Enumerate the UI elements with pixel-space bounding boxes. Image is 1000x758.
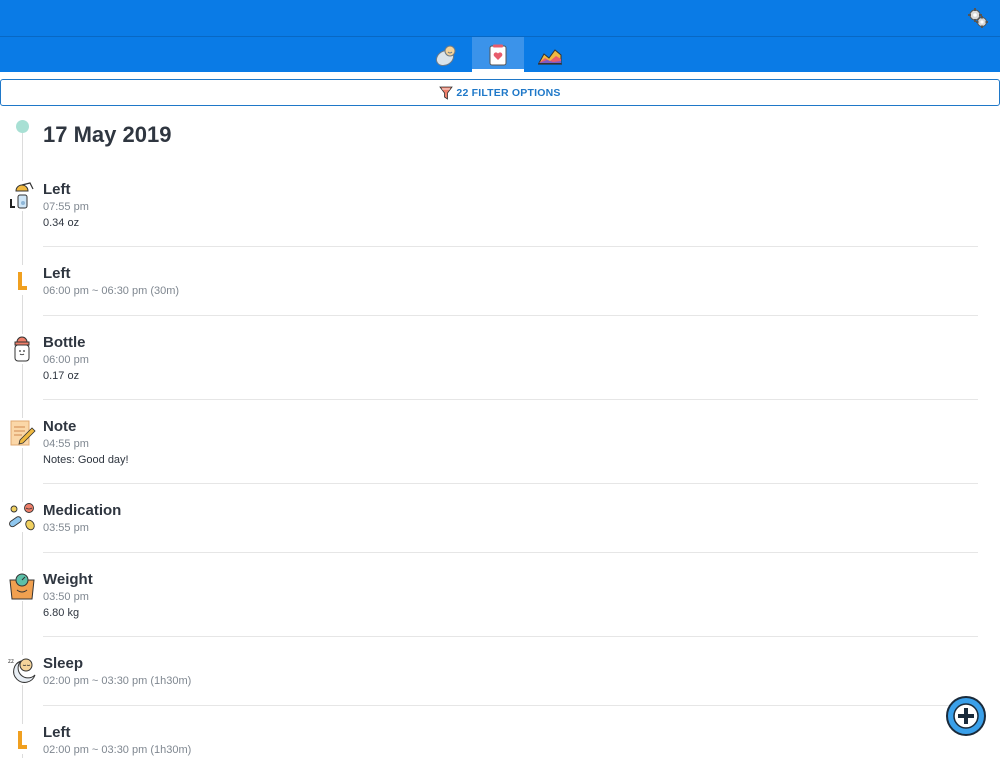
bottle-icon [7, 334, 37, 364]
add-entry-button[interactable] [945, 695, 986, 736]
heart-journal-icon [489, 44, 507, 65]
filter-funnel-icon [439, 86, 454, 100]
entry-title: Left [43, 181, 71, 198]
entry-time: 03:50 pm [43, 591, 89, 603]
gears-icon [968, 8, 988, 28]
entry-separator [43, 246, 978, 247]
entry-time: 06:00 pm ~ 06:30 pm (30m) [43, 285, 180, 297]
entry-title: Left [43, 265, 71, 282]
entry-separator [43, 636, 978, 637]
plus-icon [946, 696, 986, 736]
entry-time: 07:55 pm [43, 201, 89, 213]
entry-time: 03:55 pm [43, 522, 89, 534]
sleep-moon-icon: zz [7, 655, 37, 685]
entry-time: 04:55 pm [43, 438, 89, 450]
entry-time: 06:00 pm [43, 354, 89, 366]
entry-detail: Notes: Good day! [43, 454, 129, 466]
breast-pump-icon [7, 181, 37, 211]
entry-detail: 0.34 oz [43, 217, 80, 229]
entry-time: 02:00 pm ~ 03:30 pm (1h30m) [43, 675, 192, 687]
note-pencil-icon [7, 418, 37, 448]
filter-options-button[interactable]: 22 FILTER OPTIONS [0, 79, 1000, 106]
entry-separator [43, 705, 978, 706]
top-bar [0, 0, 1000, 72]
weight-scale-icon [7, 571, 37, 601]
entry-separator [43, 399, 978, 400]
entry-title: Left [43, 724, 71, 741]
timeline-date-dot [16, 120, 29, 133]
entry-title: Note [43, 418, 77, 435]
svg-text:zz: zz [8, 659, 14, 665]
entry-title: Sleep [43, 655, 84, 672]
entry-title: Bottle [43, 334, 86, 351]
entry-detail: 6.80 kg [43, 607, 80, 619]
tab-log[interactable] [472, 37, 524, 72]
tab-bar [420, 37, 576, 72]
tab-chart[interactable] [524, 37, 576, 72]
tab-baby[interactable] [420, 37, 472, 72]
entry-time: 02:00 pm ~ 03:30 pm (1h30m) [43, 744, 192, 756]
entry-title: Medication [43, 502, 122, 519]
entry-separator [43, 483, 978, 484]
date-heading: 17 May 2019 [43, 122, 172, 147]
entry-separator [43, 315, 978, 316]
area-chart-icon [538, 48, 562, 65]
left-side-icon [7, 265, 37, 295]
swaddled-baby-icon [435, 45, 456, 66]
entry-detail: 0.17 oz [43, 370, 80, 382]
entry-separator [43, 552, 978, 553]
settings-button[interactable] [966, 6, 990, 30]
pills-icon [7, 502, 37, 532]
entry-title: Weight [43, 571, 93, 588]
filter-options-label: 22 FILTER OPTIONS [456, 86, 561, 99]
